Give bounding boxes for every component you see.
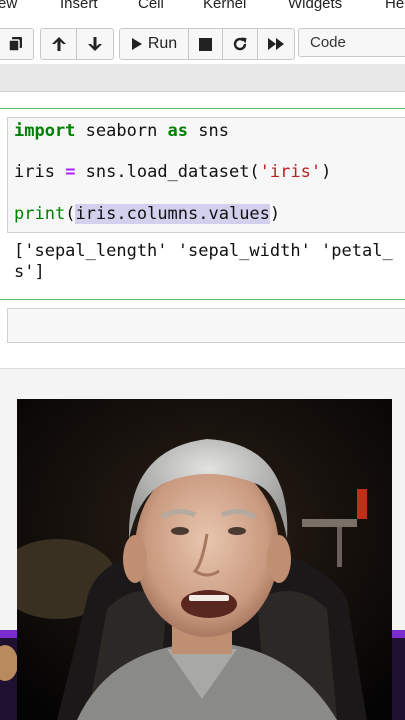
interrupt-button[interactable]	[189, 29, 223, 59]
webcam-video	[17, 399, 392, 720]
run-group: Run	[119, 28, 295, 60]
keyword-as: as	[167, 121, 189, 141]
copy-icon	[8, 36, 24, 52]
call-load-dataset: sns.load_dataset(	[75, 162, 260, 182]
close-paren: )	[269, 204, 281, 224]
assign-operator: =	[65, 162, 76, 182]
variable-iris: iris	[14, 162, 66, 182]
string-iris: 'iris'	[259, 162, 322, 182]
selected-text: iris.columns.values	[75, 204, 270, 224]
open-paren: (	[65, 204, 76, 224]
empty-code-cell[interactable]	[7, 308, 405, 343]
run-label: Run	[147, 35, 178, 52]
menu-cell[interactable]: Cell	[138, 0, 164, 12]
output-line-1: ['sepal_length' 'sepal_width' 'petal_	[14, 241, 393, 261]
toolbar-separator	[0, 64, 405, 92]
menu-kernel[interactable]: Kernel	[203, 0, 246, 12]
builtin-print: print	[14, 204, 66, 224]
restart-button[interactable]	[223, 29, 258, 59]
restart-icon	[232, 36, 248, 52]
menu-help[interactable]: He	[385, 0, 404, 12]
module-name: seaborn	[75, 121, 168, 141]
copy-button[interactable]	[0, 29, 33, 59]
close-paren: )	[321, 162, 332, 182]
menu-insert[interactable]: Insert	[60, 0, 98, 12]
fast-forward-icon	[267, 37, 285, 51]
cell-type-select[interactable]: Code	[298, 28, 405, 57]
menu-view[interactable]: ew	[0, 0, 17, 12]
code-line-2: iris = sns.load_dataset('iris')	[14, 162, 331, 182]
divider	[0, 91, 405, 92]
output-line-2: s']	[14, 262, 45, 282]
keyword-import: import	[14, 121, 76, 141]
move-up-button[interactable]	[41, 29, 77, 59]
arrow-up-icon	[51, 36, 67, 52]
play-icon	[131, 37, 143, 51]
code-line-3: print(iris.columns.values)	[14, 204, 280, 224]
move-group	[40, 28, 114, 60]
menu-bar: ew Insert Cell Kernel Widgets He	[0, 0, 405, 14]
stop-icon	[199, 37, 212, 51]
move-down-button[interactable]	[77, 29, 113, 59]
clipboard-group	[0, 28, 34, 60]
alias-name: sns	[188, 121, 229, 141]
menu-widgets[interactable]: Widgets	[288, 0, 342, 12]
presenter-image	[17, 399, 392, 720]
arrow-down-icon	[87, 36, 103, 52]
code-line-1: import seaborn as sns	[14, 121, 229, 141]
restart-run-all-button[interactable]	[258, 29, 294, 59]
divider	[0, 368, 405, 369]
run-button[interactable]: Run	[120, 29, 189, 59]
